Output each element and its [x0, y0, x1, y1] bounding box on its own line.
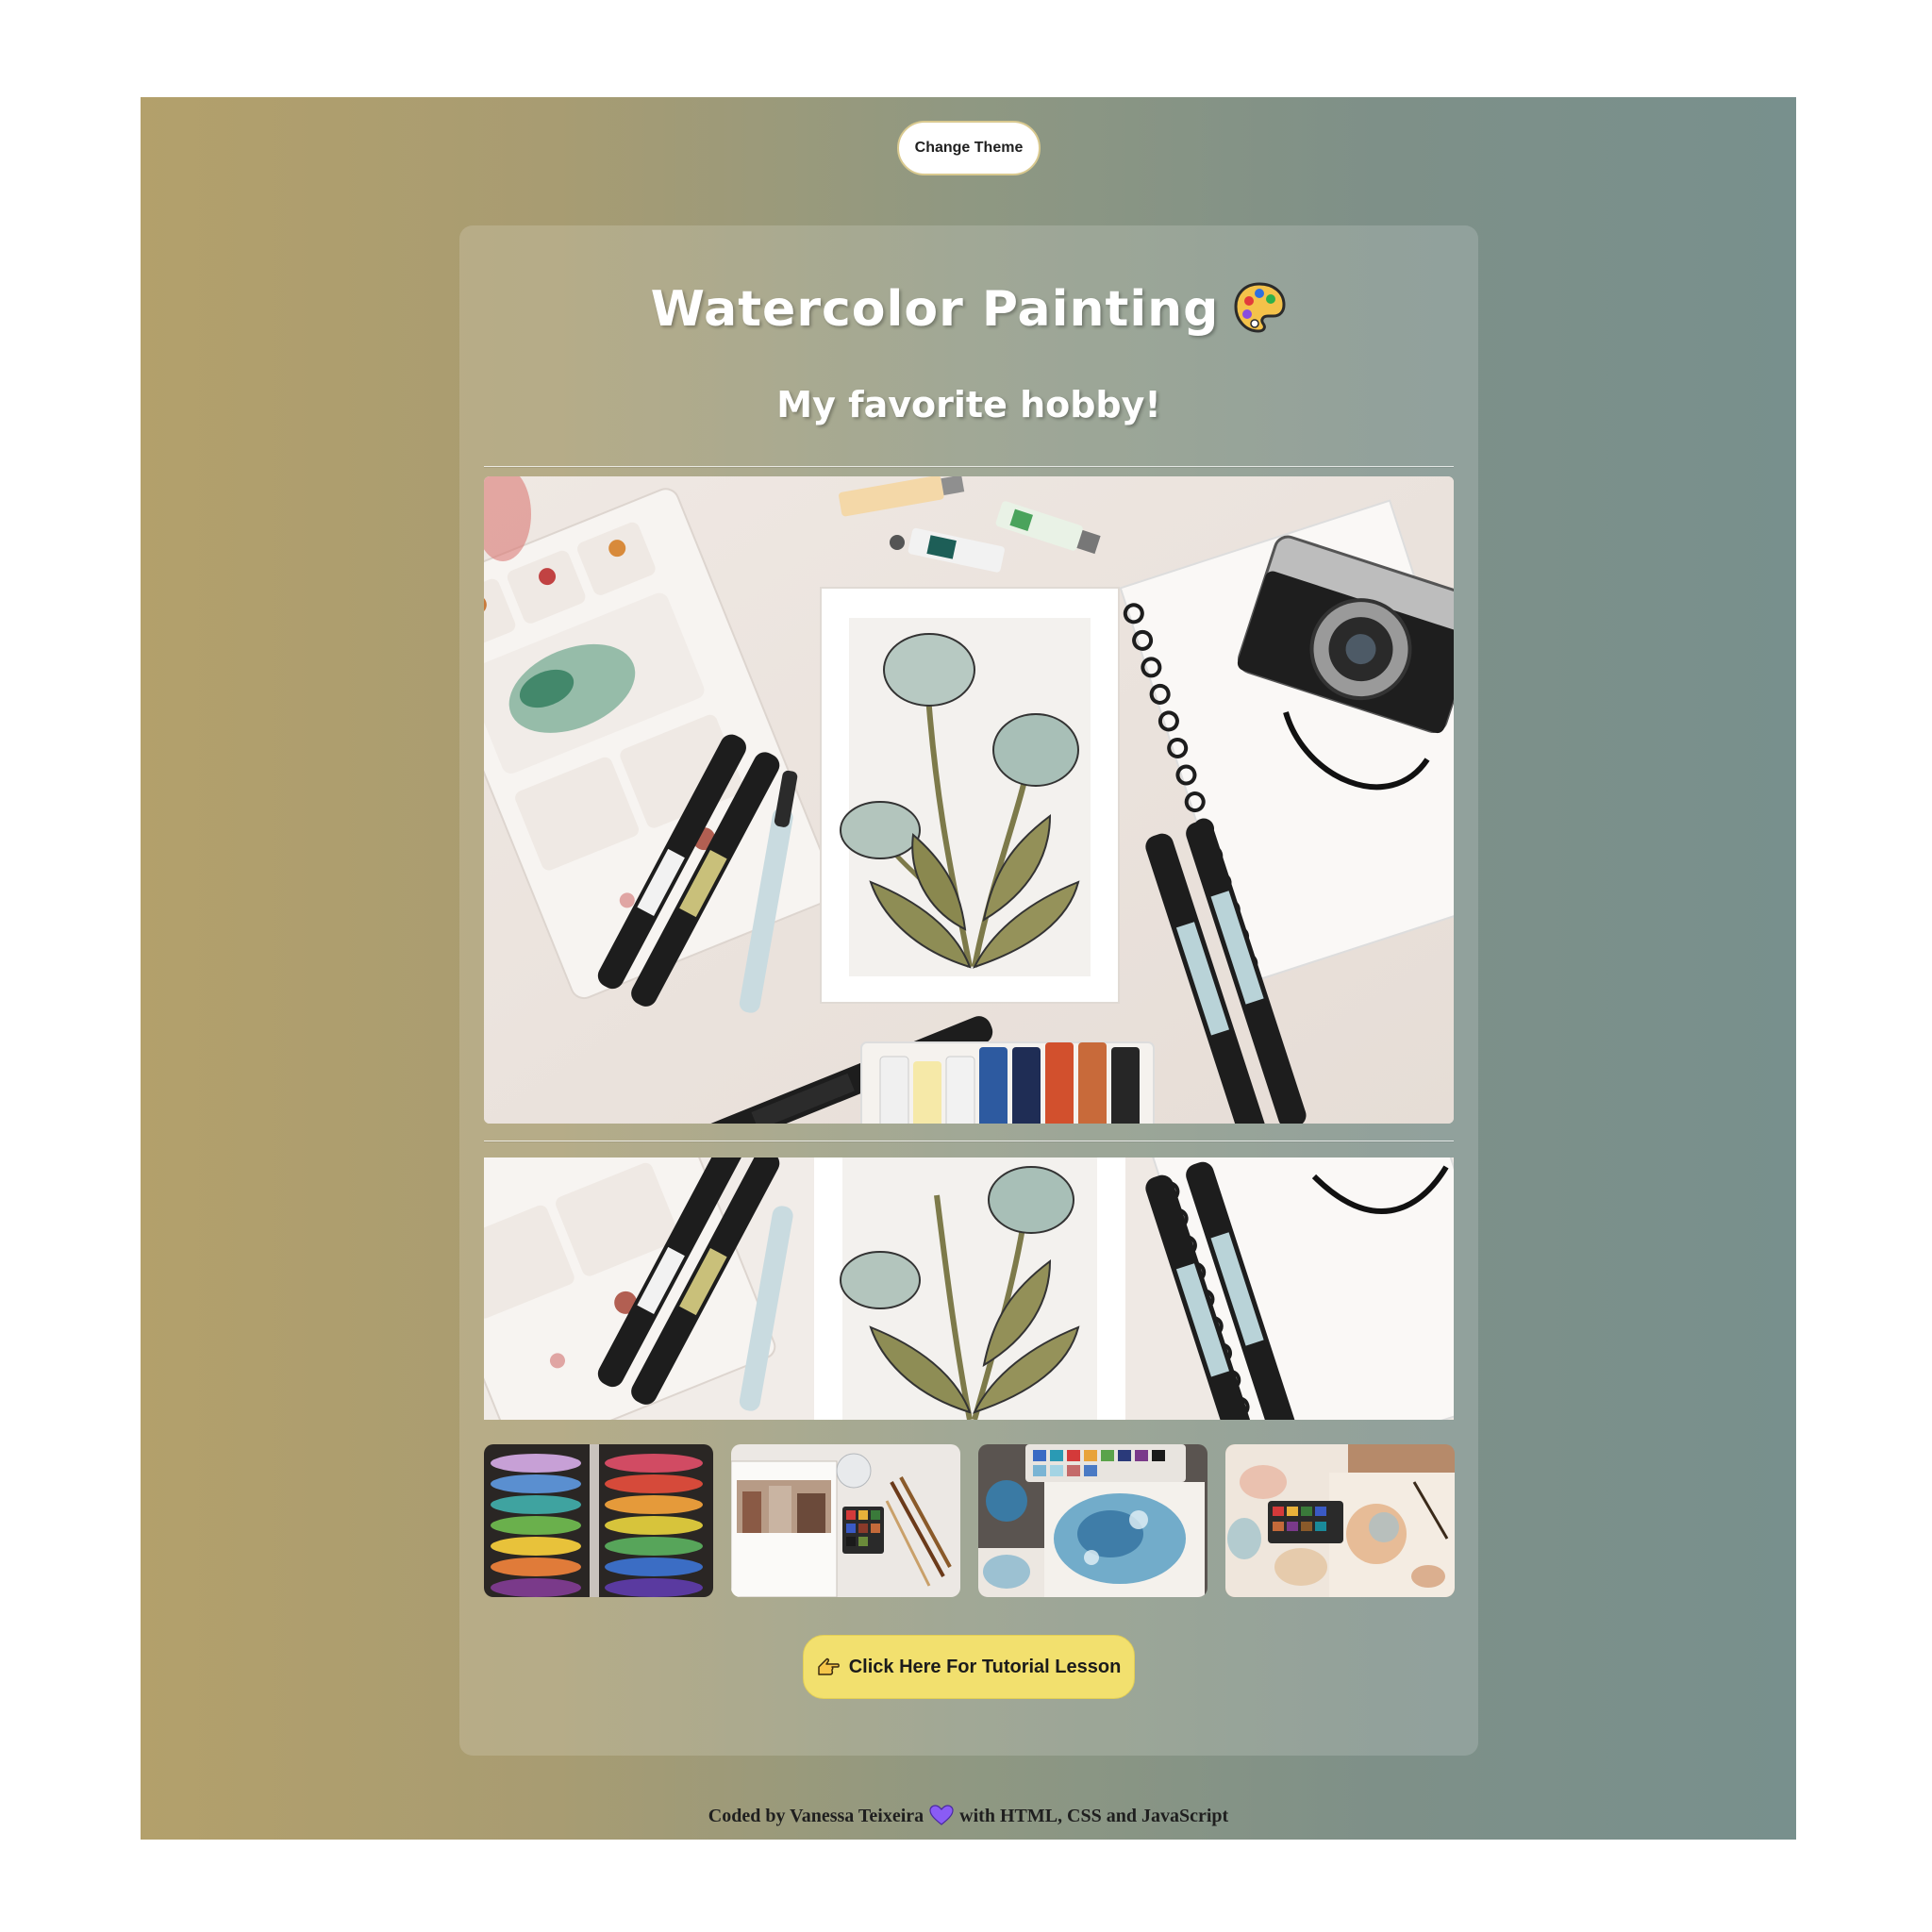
tutorial-lesson-button[interactable]: Click Here For Tutorial Lesson: [803, 1635, 1135, 1699]
title-text: Watercolor Painting: [650, 281, 1220, 338]
page-background: Change Theme Watercolor Painting My favo…: [141, 97, 1796, 1840]
watercolor-blue-painting-photo[interactable]: [978, 1444, 1208, 1597]
divider-top: [484, 466, 1454, 468]
watercolor-sketches-table-photo[interactable]: [1225, 1444, 1455, 1597]
paint-palette-rainbow-photo[interactable]: [484, 1444, 713, 1597]
page-subtitle: My favorite hobby!: [776, 384, 1161, 425]
page-title: Watercolor Painting: [459, 280, 1478, 338]
artist-palette-icon: [1232, 280, 1287, 335]
tutorial-button-label: Click Here For Tutorial Lesson: [848, 1656, 1122, 1677]
footer-text-after: with HTML, CSS and JavaScript: [959, 1806, 1229, 1826]
watercolor-flatlay-crop-photo: [484, 1158, 1454, 1420]
pointing-hand-icon: [817, 1657, 840, 1676]
sketchbook-city-painting-photo[interactable]: [731, 1444, 960, 1597]
divider-middle: [484, 1141, 1454, 1142]
footer-credit: Coded by Vanessa Teixeira with HTML, CSS…: [141, 1805, 1796, 1827]
purple-heart-icon: [929, 1805, 954, 1825]
change-theme-button[interactable]: Change Theme: [897, 121, 1041, 175]
hobby-card: Watercolor Painting My favorite hobby! C…: [459, 225, 1478, 1756]
footer-text-before: Coded by Vanessa Teixeira: [708, 1806, 924, 1826]
watercolor-flatlay-photo: [484, 476, 1454, 1124]
